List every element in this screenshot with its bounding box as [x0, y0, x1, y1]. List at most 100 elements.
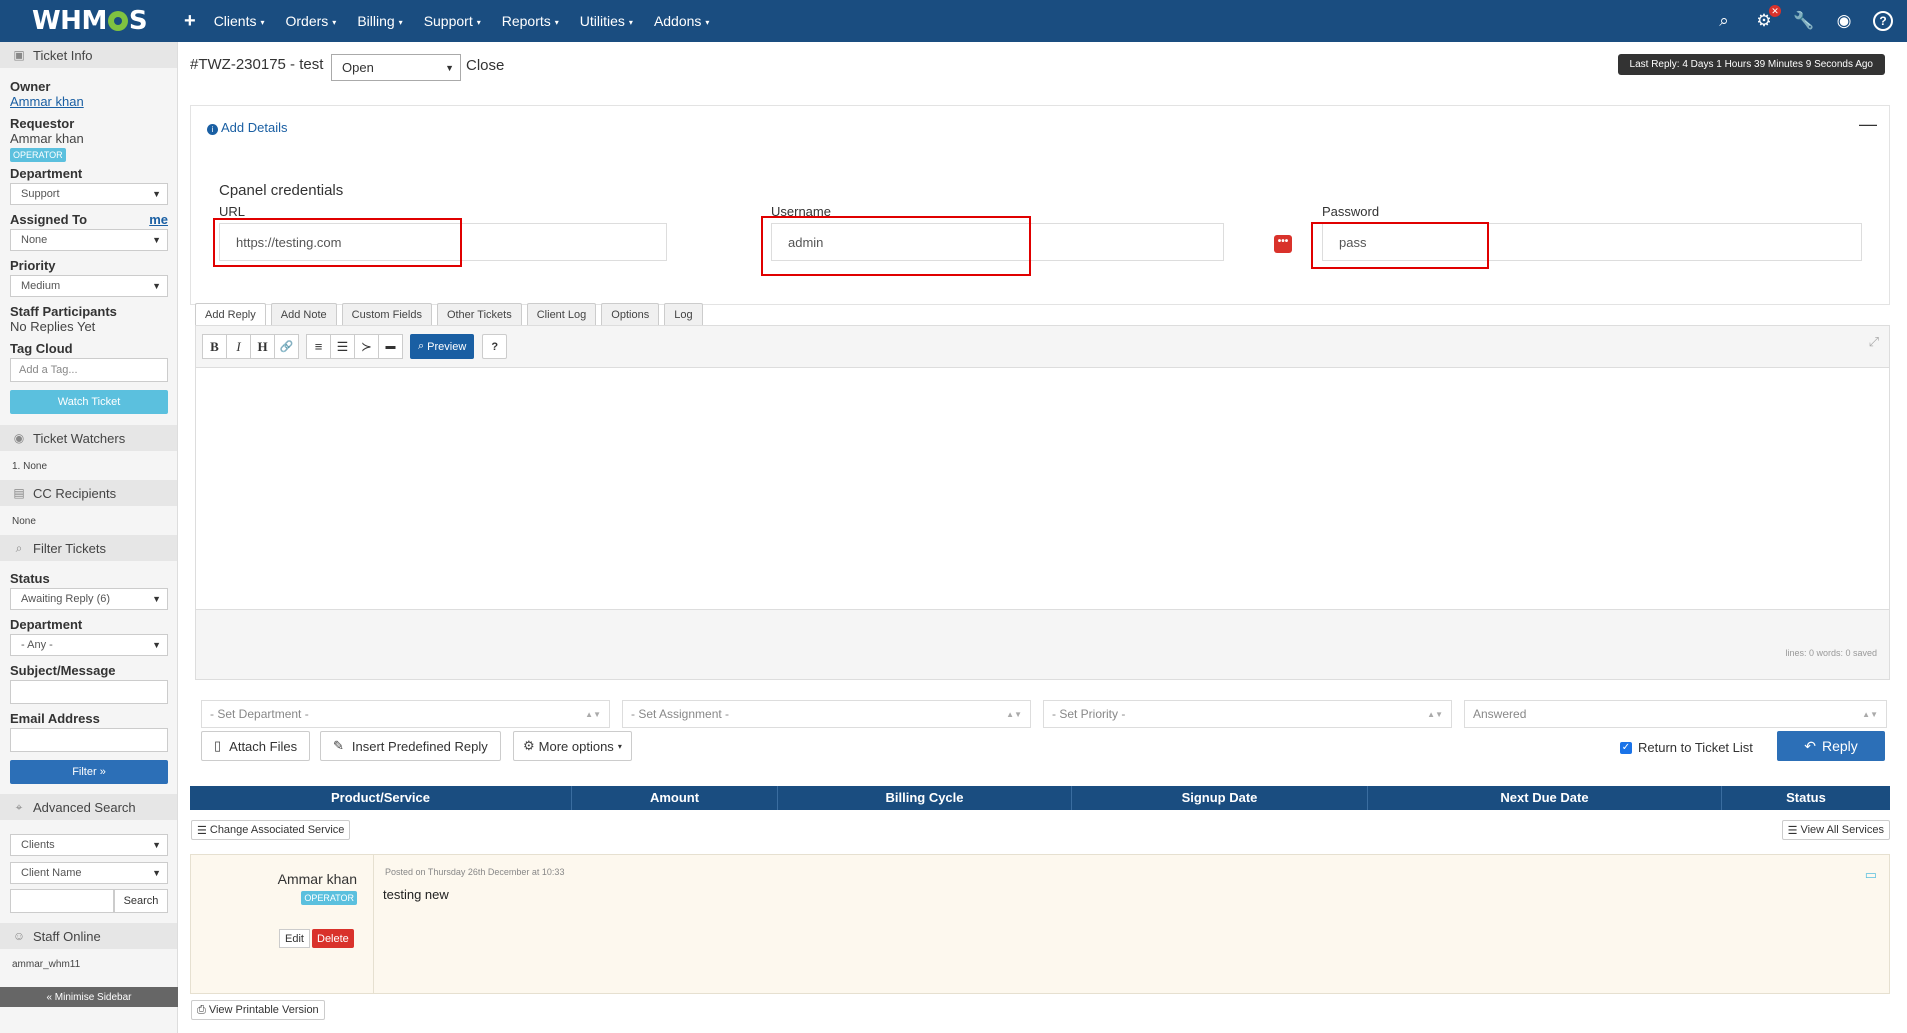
code-icon[interactable]: ≻	[354, 334, 379, 359]
filter-department-select[interactable]: - Any - ▼	[10, 634, 168, 656]
whmcs-logo[interactable]: WHM S	[32, 6, 152, 36]
priority-select[interactable]: Medium ▼	[10, 275, 168, 297]
col-signup-date: Signup Date	[1072, 786, 1368, 810]
tag-cloud-label: Tag Cloud	[10, 341, 73, 356]
tab-client-log[interactable]: Client Log	[526, 303, 597, 325]
tab-options[interactable]: Options	[601, 303, 660, 325]
user-icon[interactable]: ◉	[1833, 11, 1855, 31]
expand-icon[interactable]: ⤢	[1869, 334, 1879, 350]
reply-button[interactable]: ↶ Reply	[1777, 731, 1885, 761]
logo-gear-icon	[107, 11, 128, 31]
department-select[interactable]: Support ▼	[10, 183, 168, 205]
edit-reply-button[interactable]: Edit	[279, 929, 310, 948]
pencil-icon: ✎	[333, 738, 344, 753]
unordered-list-icon[interactable]: ≡	[306, 334, 331, 359]
filter-tickets-header: ⌕ Filter Tickets	[0, 535, 177, 561]
link-icon[interactable]: 🔗	[274, 334, 299, 359]
ticket-title: #TWZ-230175 - test	[190, 56, 324, 73]
file-icon: ▯	[214, 738, 222, 753]
list-icon: ☰	[1787, 824, 1798, 837]
nav-billing[interactable]: Billing ▾	[357, 13, 402, 29]
logo-text-end: S	[128, 6, 148, 36]
reply-message: testing new	[383, 887, 449, 902]
tab-custom-fields[interactable]: Custom Fields	[341, 303, 432, 325]
nav-orders[interactable]: Orders ▾	[286, 13, 337, 29]
return-to-list-checkbox[interactable]: ✓ Return to Ticket List	[1620, 740, 1753, 755]
automation-cog-icon[interactable]: ⚙ ✕	[1753, 5, 1781, 31]
nav-addons[interactable]: Addons ▾	[654, 13, 710, 29]
help-icon[interactable]: ?	[1873, 11, 1893, 31]
search-icon: ⌕	[418, 340, 425, 352]
attach-files-button[interactable]: ▯ Attach Files	[201, 731, 311, 761]
owner-link[interactable]: Ammar khan	[10, 94, 167, 109]
password-manager-icon[interactable]: •••	[1274, 235, 1292, 253]
search-icon[interactable]: ⌕	[1713, 11, 1735, 31]
view-printable-button[interactable]: ⎙ View Printable Version	[191, 1000, 325, 1020]
caret-down-icon: ▾	[332, 17, 337, 27]
ticket-tabs: Add Reply Add Note Custom Fields Other T…	[195, 303, 708, 325]
more-options-label: More options	[538, 738, 614, 754]
email-input[interactable]	[10, 728, 168, 752]
collapse-icon[interactable]: —	[1859, 114, 1877, 135]
preview-button[interactable]: ⌕ Preview	[410, 334, 475, 359]
assigned-select-value: None	[21, 234, 48, 246]
tab-add-reply[interactable]: Add Reply	[195, 303, 266, 325]
reply-textarea[interactable]	[196, 367, 1889, 610]
filter-department-value: - Any -	[21, 639, 53, 651]
nav-utilities[interactable]: Utilities ▾	[580, 13, 633, 29]
chevron-down-icon: ▼	[152, 281, 161, 291]
more-options-button[interactable]: ⚙ More options ▾	[513, 731, 632, 761]
filter-button[interactable]: Filter »	[10, 760, 168, 784]
requestor-label: Requestor	[10, 116, 75, 131]
set-assignment-select[interactable]: - Set Assignment - ▲▼	[622, 700, 1031, 728]
staff-online-header: ☺ Staff Online	[0, 923, 177, 949]
reply-arrow-icon: ↶	[1804, 737, 1816, 754]
tab-other-tickets[interactable]: Other Tickets	[436, 303, 522, 325]
search-input[interactable]	[10, 889, 114, 913]
watch-ticket-button[interactable]: Watch Ticket	[10, 390, 168, 414]
assign-to-me-link[interactable]: me	[149, 212, 168, 227]
close-ticket-link[interactable]: Close	[466, 57, 504, 74]
tag-input[interactable]: Add a Tag...	[10, 358, 168, 382]
insert-predefined-button[interactable]: ✎ Insert Predefined Reply	[320, 731, 501, 761]
requestor-value: Ammar khan	[10, 131, 84, 146]
subject-input[interactable]	[10, 680, 168, 704]
nav-clients-label: Clients	[213, 13, 257, 29]
heading-button[interactable]: H	[250, 334, 275, 359]
search-type-select[interactable]: Clients ▼	[10, 834, 168, 856]
change-service-button[interactable]: ☰ Change Associated Service	[191, 820, 351, 840]
filter-body: Status Awaiting Reply (6) ▼ Department - …	[0, 571, 177, 784]
ticket-status-select[interactable]: Open ▼	[331, 54, 461, 81]
search-button[interactable]: Search	[114, 889, 168, 913]
delete-reply-button[interactable]: Delete	[312, 929, 354, 948]
assigned-select[interactable]: None ▼	[10, 229, 168, 251]
nav-reports[interactable]: Reports ▾	[502, 13, 559, 29]
nav-support[interactable]: Support ▾	[424, 13, 481, 29]
col-amount: Amount	[572, 786, 778, 810]
reply-status-select[interactable]: Answered ▲▼	[1464, 700, 1887, 728]
nav-clients[interactable]: Clients ▾	[214, 13, 265, 29]
quote-icon[interactable]: ▬	[378, 334, 403, 359]
quote-reply-icon[interactable]: ▭	[1865, 867, 1877, 883]
tab-log[interactable]: Log	[664, 303, 703, 325]
minimise-sidebar-button[interactable]: « Minimise Sidebar	[0, 987, 178, 1007]
filter-status-select[interactable]: Awaiting Reply (6) ▼	[10, 588, 168, 610]
set-priority-select[interactable]: - Set Priority - ▲▼	[1043, 700, 1452, 728]
markdown-help-icon[interactable]: ?	[482, 334, 508, 359]
italic-button[interactable]: I	[226, 334, 251, 359]
tab-add-note[interactable]: Add Note	[270, 303, 337, 325]
wrench-icon[interactable]: 🔧	[1793, 11, 1815, 31]
view-all-services-button[interactable]: ☰ View All Services	[1781, 820, 1890, 840]
set-department-select[interactable]: - Set Department - ▲▼	[201, 700, 610, 728]
bold-button[interactable]: B	[202, 334, 227, 359]
caret-down-icon: ▾	[705, 17, 710, 27]
ordered-list-icon[interactable]: ☰	[330, 334, 355, 359]
nav-billing-label: Billing	[357, 13, 395, 29]
password-label: Password	[1322, 204, 1380, 219]
quick-add-icon[interactable]: +	[184, 10, 196, 33]
add-details-toggle[interactable]: i Add Details	[207, 120, 287, 135]
caret-down-icon: ▾	[398, 17, 403, 27]
advanced-search-title: Advanced Search	[33, 799, 136, 815]
caret-down-icon: ▾	[617, 741, 622, 751]
search-field-select[interactable]: Client Name ▼	[10, 862, 168, 884]
